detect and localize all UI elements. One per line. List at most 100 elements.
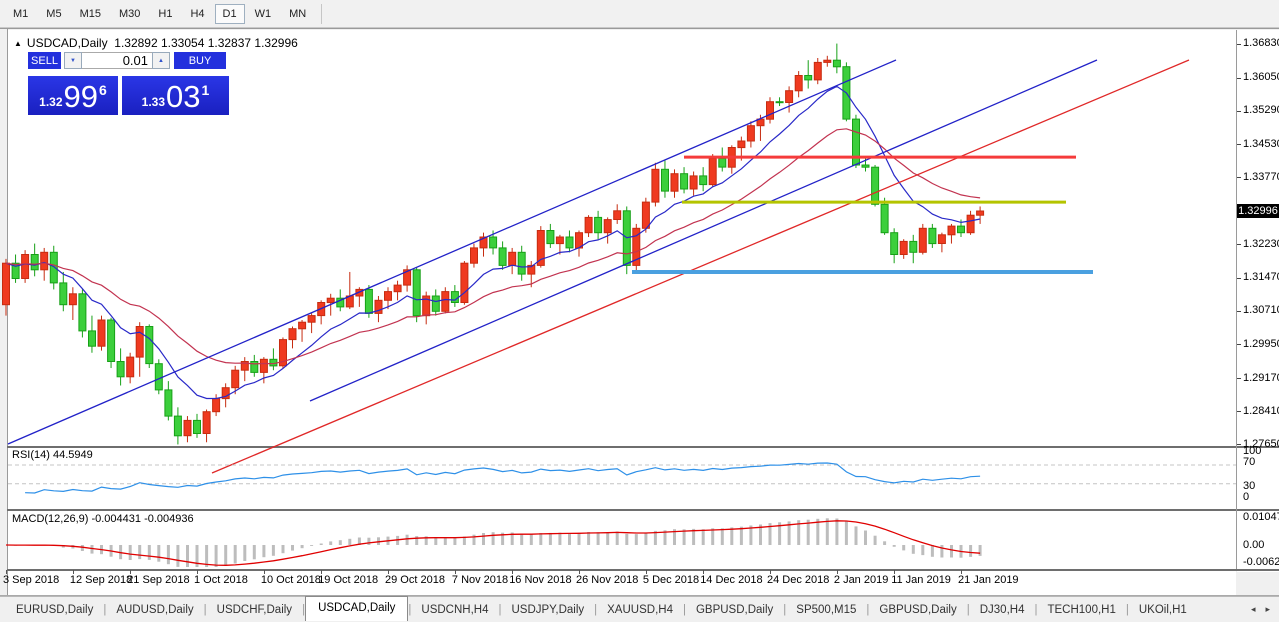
macd-axis-label: 0.010474: [1243, 511, 1279, 523]
current-price-tag: 1.32996: [1237, 204, 1279, 218]
date-axis-label: 1 Oct 2018: [194, 574, 248, 586]
volume-decrease-button[interactable]: ▼: [64, 52, 82, 69]
candle-body: [690, 176, 697, 189]
candle-body: [681, 174, 688, 189]
candle-body: [604, 220, 611, 233]
price-axis-label: 1.29170: [1243, 372, 1279, 384]
candle-body: [260, 359, 267, 372]
date-axis-tick: [264, 570, 265, 574]
candle-body: [518, 252, 525, 274]
volume-input[interactable]: [82, 52, 152, 69]
candle-body: [938, 235, 945, 244]
date-axis-tick: [6, 570, 7, 574]
candle-body: [184, 420, 191, 435]
candle-body: [174, 416, 181, 436]
candle-body: [556, 237, 563, 244]
candle-body: [614, 211, 621, 220]
candle-body: [490, 237, 497, 248]
price-axis-tick: [1237, 78, 1241, 79]
volume-increase-button[interactable]: ▲: [152, 52, 170, 69]
chart-ohlc-values: 1.32892 1.33054 1.32837 1.32996: [114, 36, 298, 50]
date-axis-tick: [197, 570, 198, 574]
price-axis-label: 1.36050: [1243, 71, 1279, 83]
date-axis-tick: [770, 570, 771, 574]
date-axis-label: 26 Nov 2018: [576, 574, 638, 586]
price-axis-tick: [1237, 378, 1241, 379]
price-axis-label: 1.32230: [1243, 238, 1279, 250]
buy-button[interactable]: BUY: [174, 52, 226, 69]
buy-price-big: 03: [166, 82, 200, 112]
price-axis-label: 1.30710: [1243, 304, 1279, 316]
candle-body: [89, 331, 96, 346]
candle-body: [117, 362, 124, 377]
trendline-channel-upper-blue[interactable]: [8, 60, 896, 444]
candle-body: [394, 285, 401, 292]
candle-body: [958, 226, 965, 233]
date-axis-label: 11 Jan 2019: [891, 574, 951, 586]
sell-price-box[interactable]: 1.32996: [28, 76, 118, 115]
candle-body: [833, 60, 840, 67]
candle-body: [948, 226, 955, 235]
candle-body: [872, 167, 879, 204]
candle-body: [862, 165, 869, 167]
candle-body: [3, 263, 10, 305]
macd-label: MACD(12,26,9) -0.004431 -0.004936: [12, 513, 194, 525]
trendline-channel-lower-blue[interactable]: [310, 60, 1097, 401]
date-axis-tick: [512, 570, 513, 574]
price-axis-tick: [1237, 244, 1241, 245]
candle-body: [786, 91, 793, 103]
candle-body: [719, 158, 726, 167]
candle-body: [155, 364, 162, 390]
price-axis-label: 1.36830: [1243, 37, 1279, 49]
date-axis-label: 16 Nov 2018: [509, 574, 571, 586]
candle-body: [671, 174, 678, 192]
candle-body: [795, 76, 802, 91]
rsi-label: RSI(14) 44.5949: [12, 449, 93, 461]
candle-body: [60, 283, 67, 305]
candle-body: [22, 255, 29, 279]
candle-body: [977, 211, 984, 215]
candle-body: [203, 412, 210, 434]
date-axis-label: 3 Sep 2018: [3, 574, 59, 586]
candle-body: [547, 231, 554, 244]
chart-symbol-label: USDCAD,Daily: [27, 36, 108, 50]
candle-body: [642, 202, 649, 228]
buy-price-box[interactable]: 1.33031: [122, 76, 229, 115]
price-axis-label: 1.35290: [1243, 104, 1279, 116]
candle-body: [566, 237, 573, 248]
candle-body: [165, 390, 172, 416]
date-axis-label: 24 Dec 2018: [767, 574, 829, 586]
candle-body: [499, 248, 506, 266]
price-axis-tick: [1237, 44, 1241, 45]
sell-price-small: 1.32: [39, 95, 62, 109]
candle-body: [700, 176, 707, 185]
date-axis-label: 7 Nov 2018: [452, 574, 508, 586]
candle-body: [805, 76, 812, 80]
candle-body: [738, 141, 745, 148]
sell-button[interactable]: SELL: [28, 52, 61, 69]
candle-body: [471, 248, 478, 263]
date-axis-label: 10 Oct 2018: [261, 574, 321, 586]
date-axis-tick: [703, 570, 704, 574]
candle-body: [308, 316, 315, 323]
candle-body: [232, 370, 239, 388]
candle-body: [385, 292, 392, 301]
date-axis-tick: [837, 570, 838, 574]
date-axis-label: 12 Sep 2018: [70, 574, 132, 586]
candle-body: [98, 320, 105, 346]
sell-price-big: 99: [64, 82, 98, 112]
candle-body: [327, 298, 334, 302]
date-axis-tick: [579, 570, 580, 574]
candle-body: [108, 320, 115, 362]
price-axis-tick: [1237, 144, 1241, 145]
date-axis-tick: [894, 570, 895, 574]
trendline-ascending-trend-red[interactable]: [212, 60, 1189, 473]
candle-body: [824, 60, 831, 62]
price-axis-tick: [1237, 311, 1241, 312]
rsi-axis-label: 0: [1243, 491, 1249, 503]
candle-body: [814, 62, 821, 80]
candle-body: [451, 292, 458, 303]
price-axis-tick: [1237, 444, 1241, 445]
price-axis-label: 1.28410: [1243, 405, 1279, 417]
candle-body: [537, 231, 544, 266]
